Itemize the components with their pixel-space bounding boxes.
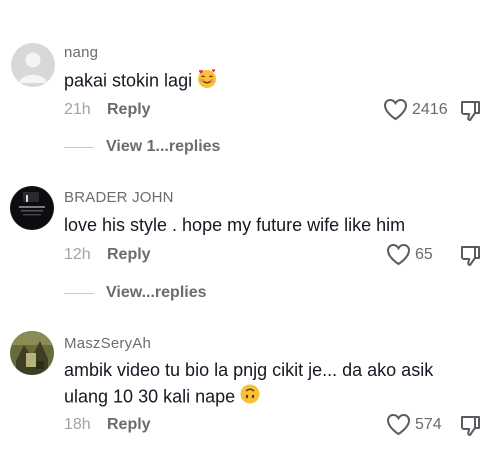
reply-button[interactable]: Reply [107, 416, 151, 434]
heart-icon [386, 413, 411, 436]
thumbs-down-icon [460, 416, 480, 436]
comment-time: 18h [64, 416, 91, 433]
comment-text-line: ambik video tu bio la pnjg cikit je... d… [64, 360, 434, 380]
like-button[interactable]: 574 [386, 413, 442, 436]
comment-username[interactable]: MaszSeryAh [64, 335, 151, 352]
like-count: 574 [415, 415, 442, 433]
comment-item: MaszSeryAh ambik video tu bio la pnjg ci… [0, 0, 494, 465]
comment-text: ulang 10 30 kali nape [64, 383, 261, 412]
avatar[interactable] [10, 331, 54, 375]
upside-down-face-icon [239, 383, 261, 412]
comment-text: ambik video tu bio la pnjg cikit je... d… [64, 357, 433, 383]
user-photo-icon [10, 331, 54, 375]
dislike-button[interactable] [458, 414, 482, 443]
comment-text-line: ulang 10 30 kali nape [64, 386, 236, 407]
comment-meta: 18h Reply [64, 416, 151, 434]
